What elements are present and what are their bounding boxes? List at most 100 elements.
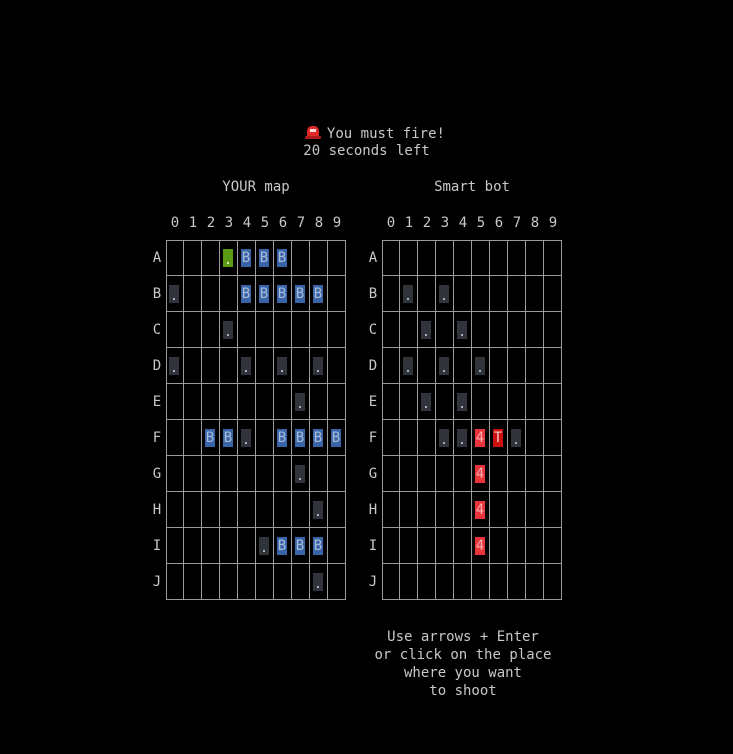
grid-cell-F3[interactable] bbox=[436, 420, 454, 456]
grid-cell-H5[interactable]: 4 bbox=[472, 492, 490, 528]
grid-cell-G2[interactable] bbox=[418, 456, 436, 492]
grid-cell-G4[interactable] bbox=[454, 456, 472, 492]
grid-cell-I8[interactable] bbox=[526, 528, 544, 564]
grid-cell-J5[interactable] bbox=[472, 564, 490, 600]
grid-cell-C6[interactable] bbox=[490, 312, 508, 348]
grid-cell-C2[interactable] bbox=[418, 312, 436, 348]
grid-cell-I7[interactable] bbox=[508, 528, 526, 564]
grid-cell-A2[interactable] bbox=[418, 240, 436, 276]
grid-cell-A4[interactable] bbox=[454, 240, 472, 276]
grid-cell-A3[interactable] bbox=[436, 240, 454, 276]
grid-cell-E0[interactable] bbox=[382, 384, 400, 420]
grid-cell-F7[interactable] bbox=[508, 420, 526, 456]
grid-cell-A1[interactable] bbox=[400, 240, 418, 276]
grid-cell-B9[interactable] bbox=[544, 276, 562, 312]
grid-cell-H0[interactable] bbox=[382, 492, 400, 528]
grid-cell-G3[interactable] bbox=[436, 456, 454, 492]
grid-cell-G8[interactable] bbox=[526, 456, 544, 492]
grid-cell-G7[interactable] bbox=[508, 456, 526, 492]
grid-cell-A6[interactable] bbox=[490, 240, 508, 276]
grid-cell-F2[interactable] bbox=[418, 420, 436, 456]
grid-cell-D8[interactable] bbox=[526, 348, 544, 384]
grid-cell-J1[interactable] bbox=[400, 564, 418, 600]
grid-cell-I4[interactable] bbox=[454, 528, 472, 564]
grid-cell-E9[interactable] bbox=[544, 384, 562, 420]
grid-cell-E5[interactable] bbox=[472, 384, 490, 420]
grid-cell-I1[interactable] bbox=[400, 528, 418, 564]
grid-cell-D4[interactable] bbox=[454, 348, 472, 384]
grid-cell-F0[interactable] bbox=[382, 420, 400, 456]
grid-cell-B3[interactable] bbox=[436, 276, 454, 312]
grid-cell-I0[interactable] bbox=[382, 528, 400, 564]
grid-cell-G1[interactable] bbox=[400, 456, 418, 492]
grid-cell-F4[interactable] bbox=[454, 420, 472, 456]
grid-cell-A8[interactable] bbox=[526, 240, 544, 276]
grid-cell-E3[interactable] bbox=[436, 384, 454, 420]
grid-cell-E7[interactable] bbox=[508, 384, 526, 420]
grid-cell-D1[interactable] bbox=[400, 348, 418, 384]
grid-cell-E8[interactable] bbox=[526, 384, 544, 420]
grid-cell-B2[interactable] bbox=[418, 276, 436, 312]
grid-cell-F1[interactable] bbox=[400, 420, 418, 456]
grid-cell-H6[interactable] bbox=[490, 492, 508, 528]
grid-cell-J4[interactable] bbox=[454, 564, 472, 600]
grid-cell-B6[interactable] bbox=[490, 276, 508, 312]
grid-cell-B4[interactable] bbox=[454, 276, 472, 312]
grid-cell-D6[interactable] bbox=[490, 348, 508, 384]
grid-cell-D0[interactable] bbox=[382, 348, 400, 384]
grid-cell-C9[interactable] bbox=[544, 312, 562, 348]
grid-cell-C8[interactable] bbox=[526, 312, 544, 348]
grid-cell-A9[interactable] bbox=[544, 240, 562, 276]
grid-cell-I3[interactable] bbox=[436, 528, 454, 564]
grid-cell-D3[interactable] bbox=[436, 348, 454, 384]
grid-cell-F6[interactable]: T bbox=[490, 420, 508, 456]
grid-cell-A0[interactable] bbox=[382, 240, 400, 276]
grid-cell-J9[interactable] bbox=[544, 564, 562, 600]
grid-cell-I5[interactable]: 4 bbox=[472, 528, 490, 564]
grid-cell-G5[interactable]: 4 bbox=[472, 456, 490, 492]
grid-cell-E1[interactable] bbox=[400, 384, 418, 420]
grid-cell-B0[interactable] bbox=[382, 276, 400, 312]
grid-cell-I6[interactable] bbox=[490, 528, 508, 564]
grid-cell-B7[interactable] bbox=[508, 276, 526, 312]
grid-cell-J6[interactable] bbox=[490, 564, 508, 600]
grid-cell-F9[interactable] bbox=[544, 420, 562, 456]
grid-cell-E6[interactable] bbox=[490, 384, 508, 420]
grid-cell-E4[interactable] bbox=[454, 384, 472, 420]
grid-cell-I2[interactable] bbox=[418, 528, 436, 564]
grid-cell-J2[interactable] bbox=[418, 564, 436, 600]
grid-cell-H2[interactable] bbox=[418, 492, 436, 528]
grid-cell-C5[interactable] bbox=[472, 312, 490, 348]
grid-cell-D7[interactable] bbox=[508, 348, 526, 384]
grid-cell-H3[interactable] bbox=[436, 492, 454, 528]
grid-cell-C1[interactable] bbox=[400, 312, 418, 348]
grid-cell-J8[interactable] bbox=[526, 564, 544, 600]
grid-cell-A7[interactable] bbox=[508, 240, 526, 276]
grid-cell-B5[interactable] bbox=[472, 276, 490, 312]
grid-cell-G0[interactable] bbox=[382, 456, 400, 492]
grid-cell-C7[interactable] bbox=[508, 312, 526, 348]
grid-cell-C0[interactable] bbox=[382, 312, 400, 348]
grid-cell-I9[interactable] bbox=[544, 528, 562, 564]
grid-cell-A5[interactable] bbox=[472, 240, 490, 276]
grid-cell-G6[interactable] bbox=[490, 456, 508, 492]
grid-cell-H7[interactable] bbox=[508, 492, 526, 528]
grid-cell-D9[interactable] bbox=[544, 348, 562, 384]
grid-cell-J0[interactable] bbox=[382, 564, 400, 600]
grid-cell-B1[interactable] bbox=[400, 276, 418, 312]
grid-cell-E2[interactable] bbox=[418, 384, 436, 420]
grid-cell-H1[interactable] bbox=[400, 492, 418, 528]
grid-cell-C3[interactable] bbox=[436, 312, 454, 348]
grid-cell-H8[interactable] bbox=[526, 492, 544, 528]
grid-cell-F8[interactable] bbox=[526, 420, 544, 456]
grid-cell-F5[interactable]: 4 bbox=[472, 420, 490, 456]
grid-cell-J7[interactable] bbox=[508, 564, 526, 600]
grid-cell-H9[interactable] bbox=[544, 492, 562, 528]
grid-cell-D2[interactable] bbox=[418, 348, 436, 384]
grid-cell-H4[interactable] bbox=[454, 492, 472, 528]
grid-cell-G9[interactable] bbox=[544, 456, 562, 492]
grid-cell-C4[interactable] bbox=[454, 312, 472, 348]
grid-cell-D5[interactable] bbox=[472, 348, 490, 384]
grid-cell-J3[interactable] bbox=[436, 564, 454, 600]
grid-cell-B8[interactable] bbox=[526, 276, 544, 312]
